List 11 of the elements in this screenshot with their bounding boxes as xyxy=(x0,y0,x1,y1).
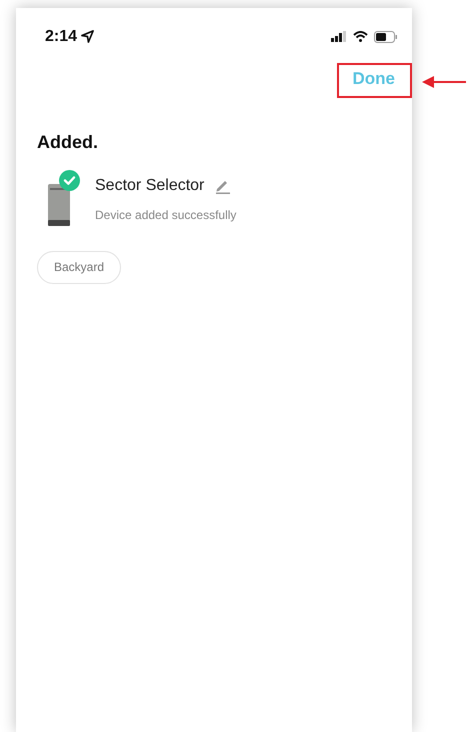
location-arrow-icon xyxy=(81,30,94,43)
room-tag[interactable]: Backyard xyxy=(37,250,122,284)
device-status: Device added successfully xyxy=(95,206,236,224)
status-time: 2:14 xyxy=(45,26,78,46)
device-name: Sector Selector xyxy=(95,176,204,196)
signal-icon xyxy=(331,31,347,42)
battery-icon xyxy=(374,30,398,42)
pointer-arrow xyxy=(422,75,466,89)
wifi-icon xyxy=(353,31,368,42)
device-image-icon xyxy=(47,184,71,226)
page-heading: Added. xyxy=(37,130,99,154)
